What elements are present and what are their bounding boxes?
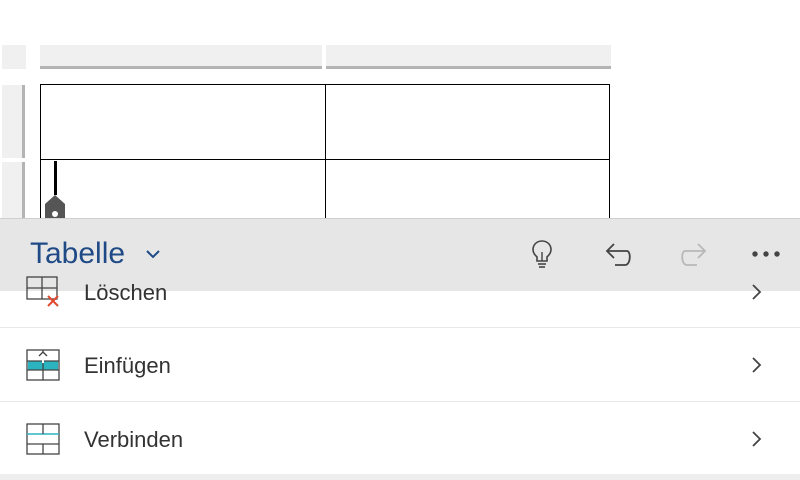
bottom-strip [0,474,800,480]
column-header-2[interactable] [326,45,611,69]
chevron-right-icon [752,431,762,447]
merge-cells-icon [26,423,60,455]
row-header-2[interactable] [2,162,25,222]
insert-table-icon [26,349,60,381]
text-cursor [54,161,57,195]
list-item-label: Verbinden [84,427,184,452]
chevron-right-icon [752,357,762,373]
delete-table-icon [26,276,59,307]
list-item-label: Löschen [84,280,168,305]
list-item-insert[interactable]: Einfügen [0,328,800,402]
table-options-list: Löschen Einfügen Verbinden [0,276,800,480]
table-select-corner[interactable] [2,45,26,69]
chevron-right-icon [752,284,762,300]
row-header-1[interactable] [2,85,25,158]
list-item-delete[interactable]: Löschen [0,255,800,328]
table-divider-horizontal [40,159,610,160]
document-canvas[interactable] [0,0,800,234]
list-item-merge[interactable]: Verbinden [0,402,800,476]
list-item-label: Einfügen [84,353,171,378]
column-header-1[interactable] [40,45,322,69]
